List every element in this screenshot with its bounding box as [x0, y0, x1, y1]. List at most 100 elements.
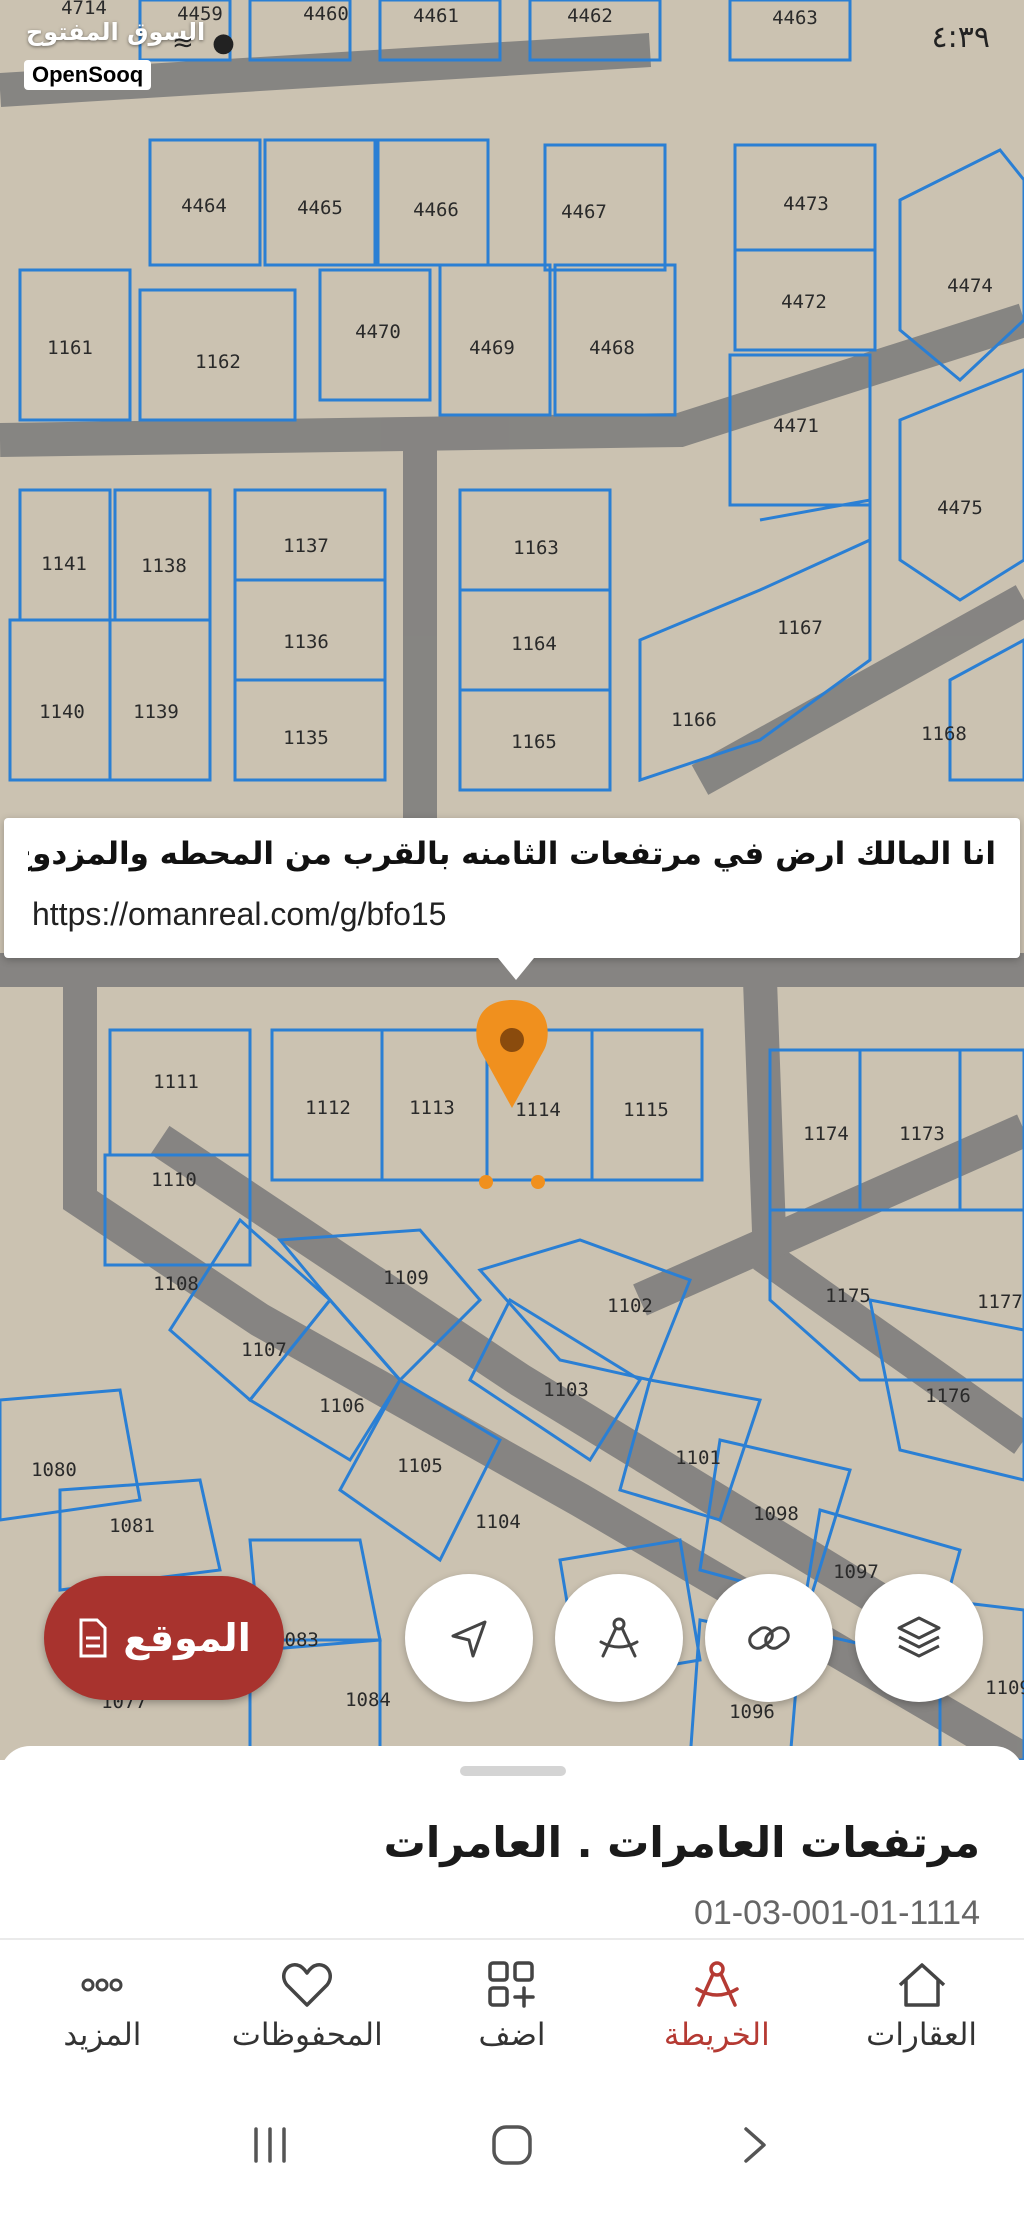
nav-label: المزيد [63, 2017, 142, 2053]
plot-label: 1106 [319, 1395, 365, 1417]
plot-label: 1173 [899, 1123, 945, 1145]
nav-item-map[interactable]: الخريطة [614, 1940, 819, 2072]
map-view[interactable]: 4714 4459 4460 4461 4462 4463 4464 4465 … [0, 0, 1024, 1760]
system-nav-bar [0, 2070, 1024, 2219]
measure-button[interactable] [555, 1574, 683, 1702]
plot-label: 4469 [469, 337, 515, 359]
document-icon [79, 1618, 107, 1658]
wifi-icon: ≈ [172, 28, 194, 58]
plot-label: 1167 [777, 617, 823, 639]
heart-icon [282, 1963, 333, 2007]
plot-label: 1112 [305, 1097, 351, 1119]
listing-callout[interactable]: انا المالك ارض في مرتفعات الثامنه بالقرب… [4, 818, 1020, 980]
plot-label: 1174 [803, 1123, 849, 1145]
bottom-nav: العقارات الخريطة اضف المحفوظات المزيد [0, 1938, 1024, 2072]
nav-item-add[interactable]: اضف [410, 1940, 615, 2072]
property-sheet[interactable]: مرتفعات العامرات . العامرات 01-03-001-01… [0, 1746, 1024, 1956]
link-icon [748, 1626, 790, 1650]
plot-label: 1163 [513, 537, 559, 559]
plot-label: 1101 [675, 1447, 721, 1469]
add-grid-icon [488, 1961, 535, 2008]
plot-label: 1135 [283, 727, 329, 749]
status-time: ٤:٣٩ [931, 20, 990, 55]
plot-label: 1114 [515, 1099, 561, 1121]
sheet-title: مرتفعات العامرات . العامرات [383, 1818, 980, 1867]
plot-label: 4468 [589, 337, 635, 359]
plot-label: 1162 [195, 351, 241, 373]
plot-label: 1165 [511, 731, 557, 753]
nav-label: المحفوظات [231, 2017, 383, 2053]
plot-label: 1104 [475, 1511, 521, 1533]
plot-label: 1109 [383, 1267, 429, 1289]
location-button-label: الموقع [123, 1616, 251, 1660]
plot-label: 1140 [39, 701, 85, 723]
plot-label: 1109 [985, 1677, 1024, 1699]
navigate-icon [451, 1620, 487, 1658]
plot-label: 1177 [977, 1291, 1023, 1313]
plot-label: 4466 [413, 199, 459, 221]
plot-label: 1107 [241, 1339, 287, 1361]
measure-icon [599, 1617, 639, 1658]
layers-icon [897, 1616, 941, 1658]
plot-label: 4473 [783, 193, 829, 215]
plot-label: 1136 [283, 631, 329, 653]
location-status-icon: ● [212, 28, 235, 58]
share-link-button[interactable] [705, 1574, 833, 1702]
watermark-logo: OpenSooq [24, 60, 152, 90]
plot-label: 4464 [181, 195, 227, 217]
plot-label: 4461 [413, 5, 459, 27]
plot-label: 1168 [921, 723, 967, 745]
plot-label: 1139 [133, 701, 179, 723]
plot-label: 1164 [511, 633, 557, 655]
layers-button[interactable] [855, 1574, 983, 1702]
plot-label: 1166 [671, 709, 717, 731]
more-icon [81, 1978, 123, 1992]
plot-label: 4460 [303, 3, 349, 25]
plot-label: 1097 [833, 1561, 879, 1583]
status-icons: ≈ ● [172, 28, 235, 58]
plot-label: 4714 [61, 0, 107, 19]
plot-label: 1115 [623, 1099, 669, 1121]
back-icon[interactable] [732, 2123, 776, 2167]
nav-label: اضف [478, 2017, 546, 2053]
plot-label: 1102 [607, 1295, 653, 1317]
location-button[interactable]: الموقع [44, 1576, 284, 1700]
home-icon [898, 1963, 945, 2007]
plot-label: 4475 [937, 497, 983, 519]
navigate-button[interactable] [405, 1574, 533, 1702]
plot-code: 01-03-001-01-1114 [693, 1894, 980, 1932]
plot-label: 1175 [825, 1285, 871, 1307]
nav-item-properties[interactable]: العقارات [819, 1940, 1024, 2072]
plot-label: 1098 [753, 1503, 799, 1525]
plot-label: 1103 [543, 1379, 589, 1401]
plot-label: 1176 [925, 1385, 971, 1407]
plot-label: 4471 [773, 415, 819, 437]
recent-apps-icon[interactable] [248, 2123, 292, 2167]
callout-url[interactable]: https://omanreal.com/g/bfo15 [32, 896, 446, 933]
plot-label: 4472 [781, 291, 827, 313]
plot-label: 1105 [397, 1455, 443, 1477]
nav-item-more[interactable]: المزيد [0, 1940, 205, 2072]
plot-label: 1108 [153, 1273, 199, 1295]
plot-label: 1141 [41, 553, 87, 575]
nav-label: العقارات [866, 2017, 978, 2053]
nav-item-saved[interactable]: المحفوظات [205, 1940, 410, 2072]
plot-label: 1111 [153, 1071, 199, 1093]
plot-label: 1110 [151, 1169, 197, 1191]
plot-label: 1081 [109, 1515, 155, 1537]
map-compass-icon [695, 1961, 739, 2007]
plot-label: 4474 [947, 275, 993, 297]
plot-label: 1084 [345, 1689, 391, 1711]
plot-label: 1096 [729, 1701, 775, 1723]
home-button-icon[interactable] [488, 2121, 536, 2169]
callout-title: انا المالك ارض في مرتفعات الثامنه بالقرب… [28, 836, 996, 872]
plot-label: 1138 [141, 555, 187, 577]
plot-label: 4465 [297, 197, 343, 219]
plot-label: 1161 [47, 337, 93, 359]
plot-label: 1080 [31, 1459, 77, 1481]
sheet-drag-handle[interactable] [460, 1766, 566, 1776]
nav-label: الخريطة [663, 2017, 770, 2053]
plot-label: 1137 [283, 535, 329, 557]
plot-label: 4462 [567, 5, 613, 27]
plot-label: 4467 [561, 201, 607, 223]
